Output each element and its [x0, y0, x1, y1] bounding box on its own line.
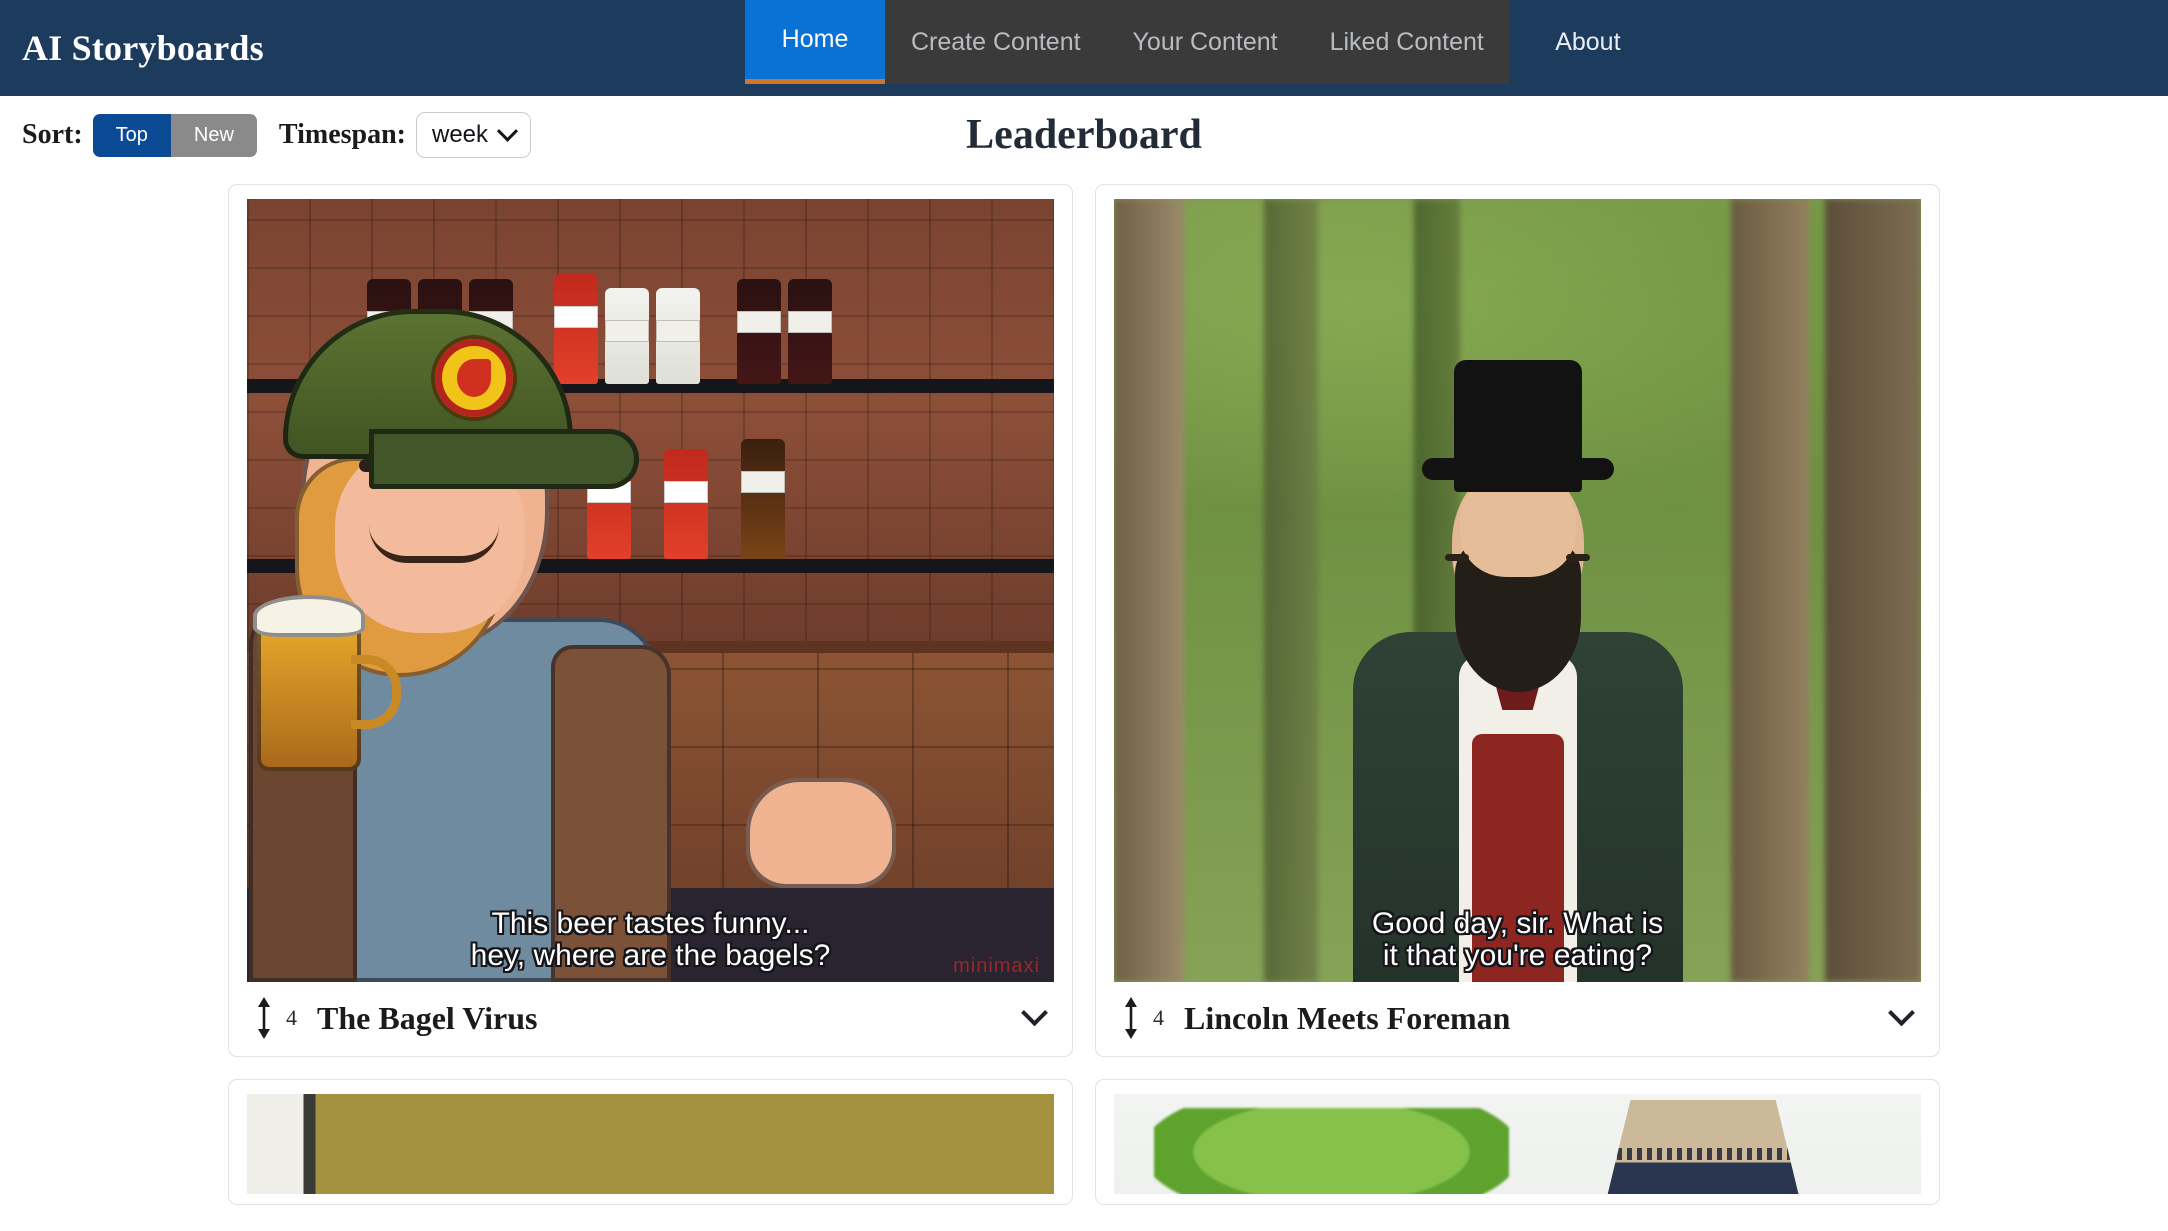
- chevron-down-icon: [496, 120, 519, 142]
- sort-new-button[interactable]: New: [170, 113, 257, 157]
- bar-scene-illustration: minimaxi: [247, 199, 1054, 982]
- tab-your-content[interactable]: Your Content: [1106, 0, 1304, 84]
- storyboard-image[interactable]: [247, 1094, 1054, 1194]
- sort-segmented-control: Top New: [92, 113, 257, 157]
- expand-card-button[interactable]: [1019, 998, 1050, 1034]
- chevron-down-icon: [1888, 998, 1915, 1026]
- tab-create-content[interactable]: Create Content: [885, 0, 1107, 84]
- card-footer: 4 The Bagel Virus: [247, 982, 1054, 1046]
- storyboard-image[interactable]: [1114, 1094, 1921, 1194]
- timespan-label: Timespan:: [278, 119, 406, 150]
- timespan-value: week: [432, 121, 489, 148]
- filter-controls-bar: Sort: Top New Timespan: week Leaderboard: [0, 96, 2168, 174]
- storyboard-grid: minimaxi This beer tastes funny... hey, …: [0, 174, 2168, 1205]
- tab-liked-content[interactable]: Liked Content: [1303, 0, 1510, 84]
- vote-score: 4: [1153, 1005, 1164, 1030]
- olive-room-image: [247, 1094, 1054, 1194]
- expand-card-button[interactable]: [1886, 998, 1917, 1034]
- tab-about[interactable]: About: [1518, 0, 1658, 84]
- storyboard-caption: This beer tastes funny... hey, where are…: [470, 906, 831, 972]
- eiffel-tower-image: [1114, 1094, 1921, 1194]
- storyboard-image[interactable]: minimaxi This beer tastes funny... hey, …: [247, 199, 1054, 982]
- storyboard-card[interactable]: minimaxi This beer tastes funny... hey, …: [228, 184, 1073, 1057]
- up-down-arrow-icon[interactable]: [1118, 996, 1144, 1040]
- sort-top-button[interactable]: Top: [92, 113, 171, 157]
- sort-label: Sort:: [22, 119, 83, 150]
- card-title: The Bagel Virus: [317, 999, 538, 1036]
- top-navbar: AI Storyboards Home Create Content Your …: [0, 0, 2168, 96]
- card-footer: 4 Lincoln Meets Foreman: [1114, 982, 1921, 1046]
- vote-control[interactable]: 4: [1118, 996, 1164, 1040]
- storyboard-image[interactable]: Good day, sir. What is it that you're ea…: [1114, 199, 1921, 982]
- chevron-down-icon: [1021, 998, 1048, 1026]
- storyboard-card[interactable]: Good day, sir. What is it that you're ea…: [1095, 184, 1940, 1057]
- timespan-dropdown[interactable]: week: [416, 112, 532, 158]
- app-title: AI Storyboards: [22, 28, 264, 68]
- beer-mug: [253, 594, 401, 771]
- tab-home[interactable]: Home: [745, 0, 885, 84]
- up-down-arrow-icon[interactable]: [251, 996, 277, 1040]
- vote-control[interactable]: 4: [251, 996, 297, 1040]
- card-title: Lincoln Meets Foreman: [1184, 999, 1511, 1036]
- forest-scene-illustration: [1114, 199, 1921, 982]
- vote-score: 4: [286, 1005, 297, 1030]
- storyboard-card[interactable]: [228, 1079, 1073, 1205]
- storyboard-caption: Good day, sir. What is it that you're ea…: [1371, 906, 1664, 972]
- character-lincoln: [1352, 360, 1683, 982]
- storyboard-card[interactable]: [1095, 1079, 1940, 1205]
- hand: [746, 778, 896, 889]
- nav-tab-group: Home Create Content Your Content Liked C…: [745, 0, 1658, 84]
